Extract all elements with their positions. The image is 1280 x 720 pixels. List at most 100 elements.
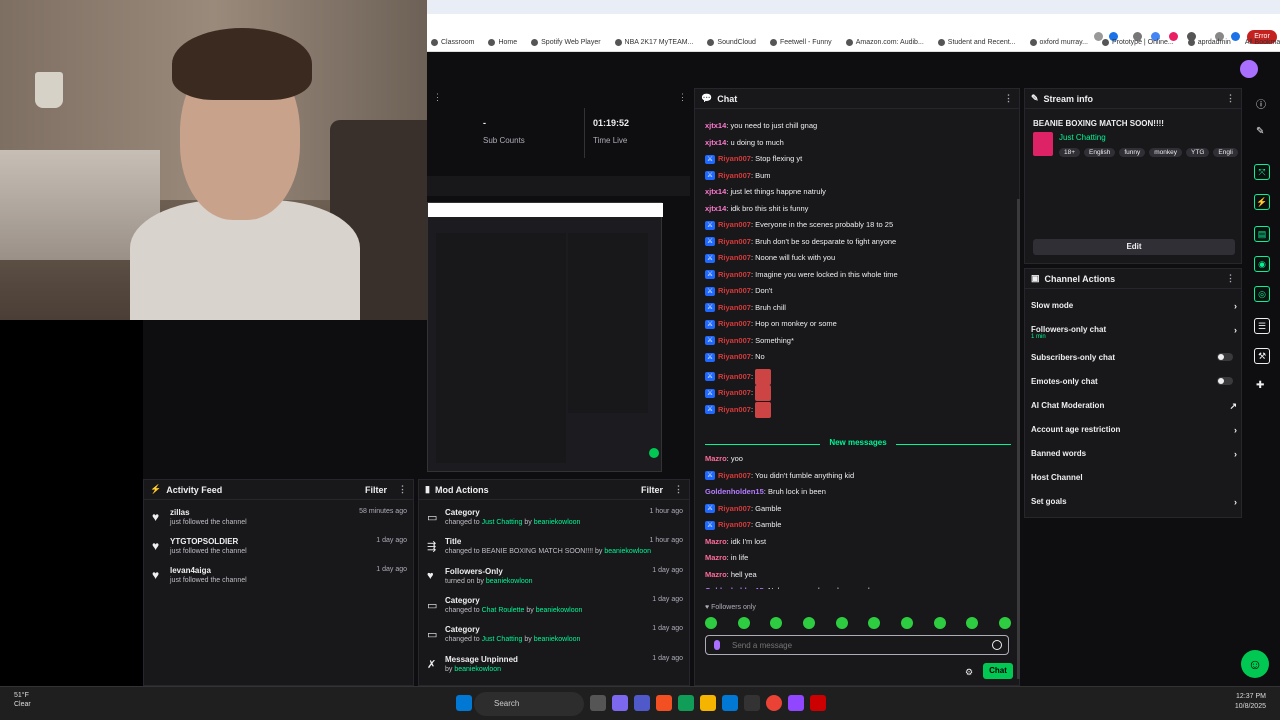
gear-icon[interactable]: ⚙ (965, 667, 973, 678)
browser-tab-strip[interactable] (427, 0, 1280, 14)
chat-username[interactable]: Riyan007 (718, 237, 751, 246)
bookmark-item[interactable]: Spotify Web Player (531, 38, 601, 46)
browser-address-bar[interactable]: Error (427, 14, 1280, 44)
chat-username[interactable]: Riyan007 (718, 404, 751, 413)
help-chat-icon[interactable]: ☺ (1241, 650, 1269, 678)
pencil-icon[interactable]: ✎ (1256, 126, 1264, 137)
more-options-icon[interactable]: ⋮ (1226, 273, 1235, 284)
broadcast-icon[interactable]: ◎ (1254, 286, 1270, 302)
note-icon[interactable]: ▤ (1254, 226, 1270, 242)
file-explorer-icon[interactable] (700, 695, 716, 711)
bookmark-item[interactable]: SoundCloud (707, 38, 756, 46)
quick-emote-icon[interactable] (802, 617, 815, 629)
app-icon[interactable] (744, 695, 760, 711)
channel-action-item[interactable]: Host Channel (1031, 473, 1237, 482)
stream-preview[interactable] (427, 176, 690, 476)
stream-tag[interactable]: 18+ (1059, 148, 1081, 157)
quick-emote-icon[interactable] (868, 617, 881, 629)
channel-action-item[interactable]: Slow mode › (1031, 301, 1237, 311)
info-icon[interactable]: ⓘ (1256, 96, 1266, 111)
external-link-icon[interactable]: ↗ (1229, 401, 1237, 412)
follower-name[interactable]: YTGTOPSOLDIER (170, 537, 238, 546)
chevron-right-icon[interactable]: › (1234, 325, 1237, 335)
stream-category[interactable]: Just Chatting (1059, 133, 1106, 142)
add-action-icon[interactable]: ✚ (1256, 380, 1264, 391)
copilot-icon[interactable] (612, 695, 628, 711)
follower-name[interactable]: levan4aiga (170, 566, 211, 575)
edge-icon[interactable] (678, 695, 694, 711)
quick-emote-icon[interactable] (966, 617, 979, 629)
chat-username[interactable]: xjtx14 (705, 187, 726, 196)
channel-action-item[interactable]: Banned words › (1031, 449, 1237, 459)
bookmark-item[interactable]: Student and Recent... (937, 38, 1016, 46)
chevron-right-icon[interactable]: › (1234, 449, 1237, 459)
chat-username[interactable]: Goldenholden15 (705, 487, 764, 496)
list-icon[interactable]: ☰ (1254, 318, 1270, 334)
bookmark-item[interactable]: Amazon.com: Audib... (845, 38, 924, 46)
all-bookmarks[interactable]: All Bookmarks (1245, 39, 1280, 46)
chat-username[interactable]: Riyan007 (718, 270, 751, 279)
chat-username[interactable]: Riyan007 (718, 220, 751, 229)
toggle-switch[interactable] (1217, 377, 1233, 385)
channel-action-item[interactable]: Subscribers-only chat (1031, 353, 1237, 362)
store-icon[interactable] (722, 695, 738, 711)
task-view-icon[interactable] (590, 695, 606, 711)
moderator-name[interactable]: beaniekowloon (534, 519, 581, 526)
activity-filter-button[interactable]: Filter (365, 485, 387, 495)
channel-action-item[interactable]: Emotes-only chat (1031, 377, 1237, 386)
taskbar-clock[interactable]: 12:37 PM 10/8/2025 (1235, 692, 1266, 712)
weather-widget[interactable]: 51°F Clear (14, 691, 31, 709)
chat-send-button[interactable]: Chat (983, 663, 1013, 679)
channel-action-item[interactable]: AI Chat Moderation ↗ (1031, 401, 1237, 412)
emoji-icon[interactable] (992, 640, 1002, 650)
bookmark-item[interactable]: Feetwell - Funny (769, 38, 832, 46)
more-options-icon[interactable]: ⋮ (674, 484, 683, 495)
bookmark-item[interactable]: Classroom (431, 38, 474, 46)
edit-stream-info-button[interactable]: Edit (1033, 239, 1235, 255)
chat-username[interactable]: Mazro (705, 553, 727, 562)
chat-input-box[interactable] (705, 635, 1009, 655)
chat-username[interactable]: Riyan007 (718, 371, 751, 380)
stream-tag[interactable]: English (1084, 148, 1116, 157)
chat-username[interactable]: Riyan007 (718, 352, 751, 361)
chat-username[interactable]: Riyan007 (718, 336, 751, 345)
moderator-name[interactable]: beaniekowloon (486, 578, 533, 585)
channel-action-item[interactable]: Set goals › (1031, 497, 1237, 507)
quick-emote-icon[interactable] (998, 617, 1011, 629)
mic-icon[interactable] (714, 640, 720, 650)
stream-tag[interactable]: monkey (1149, 148, 1183, 157)
teams-icon[interactable] (634, 695, 650, 711)
start-icon[interactable] (456, 695, 472, 711)
chat-username[interactable]: Riyan007 (718, 471, 751, 480)
chat-username[interactable]: Riyan007 (718, 303, 751, 312)
chat-username[interactable]: Riyan007 (718, 504, 751, 513)
stream-tag[interactable]: YTG (1186, 148, 1210, 157)
quick-emote-icon[interactable] (770, 617, 783, 629)
app-icon[interactable] (656, 695, 672, 711)
twitch-icon[interactable] (788, 695, 804, 711)
chat-username[interactable]: xjtx14 (705, 138, 726, 147)
chat-message-input[interactable] (732, 639, 972, 652)
quick-emote-icon[interactable] (737, 617, 750, 629)
chat-username[interactable]: Riyan007 (718, 154, 751, 163)
chevron-right-icon[interactable]: › (1234, 425, 1237, 435)
chat-username[interactable]: Riyan007 (718, 253, 751, 262)
app-icon[interactable] (810, 695, 826, 711)
chat-username[interactable]: Mazro (705, 537, 727, 546)
channel-action-item[interactable]: Account age restriction › (1031, 425, 1237, 435)
mod-filter-button[interactable]: Filter (641, 485, 663, 495)
chrome-icon[interactable] (766, 695, 782, 711)
clip-icon[interactable]: ⤧ (1254, 164, 1270, 180)
quick-emote-icon[interactable] (900, 617, 913, 629)
more-options-icon[interactable]: ⋮ (398, 484, 407, 495)
moderator-name[interactable]: beaniekowloon (534, 636, 581, 643)
stream-tag[interactable]: funny (1119, 148, 1146, 157)
chat-username[interactable]: Riyan007 (718, 520, 751, 529)
taskbar-search[interactable]: Search (474, 692, 584, 716)
lightning-icon[interactable]: ⚡ (1254, 194, 1270, 210)
user-avatar[interactable] (1240, 60, 1258, 78)
quick-emote-icon[interactable] (705, 617, 717, 629)
chat-username[interactable]: Mazro (705, 570, 727, 579)
chat-username[interactable]: Riyan007 (718, 171, 751, 180)
quick-emote-icon[interactable] (835, 617, 848, 629)
